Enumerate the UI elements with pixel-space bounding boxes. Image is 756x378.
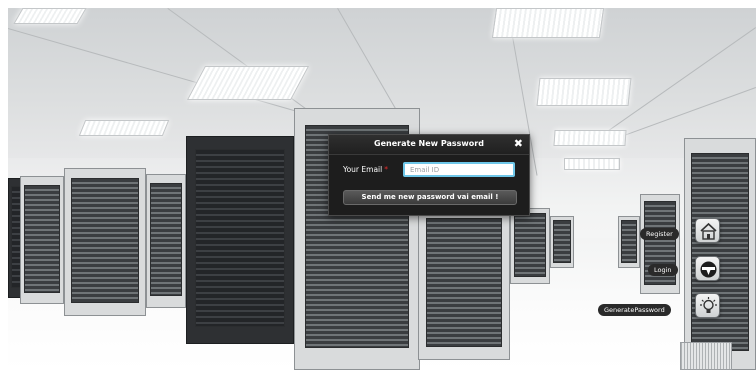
send-password-button[interactable]: Send me new password vai email ! [343,190,517,205]
dialog-header: Generate New Password ✖ [329,135,529,155]
ceiling-light [564,158,620,170]
house-icon[interactable] [695,218,720,243]
server-rack [510,208,550,284]
ceiling-light [13,8,87,24]
login-link[interactable]: Login [648,264,678,276]
server-rack [684,138,756,370]
ceiling-light [491,8,605,38]
dialog-title: Generate New Password [374,139,484,148]
generate-password-dialog: Generate New Password ✖ Your Email* Send… [328,134,530,216]
ceiling-light [553,130,627,146]
equipment-cart [680,342,732,370]
close-icon[interactable]: ✖ [514,138,523,150]
login-circle-icon[interactable] [695,256,720,281]
generate-password-link[interactable]: GeneratePassword [598,304,671,316]
server-rack [550,216,574,268]
server-rack [618,216,640,268]
server-rack [186,136,294,344]
ceiling-light [78,120,170,136]
ceiling-light [536,78,632,106]
server-rack [64,168,146,316]
server-rack [146,174,186,308]
required-asterisk: * [384,165,388,174]
ceiling-light [186,66,310,100]
email-input[interactable] [403,162,515,177]
server-rack [418,208,510,360]
lightbulb-icon[interactable] [695,293,720,318]
email-label-text: Your Email [343,165,383,174]
server-rack [20,176,64,304]
email-label: Your Email * [343,165,388,174]
server-rack [640,194,680,294]
register-link[interactable]: Register [640,228,679,240]
